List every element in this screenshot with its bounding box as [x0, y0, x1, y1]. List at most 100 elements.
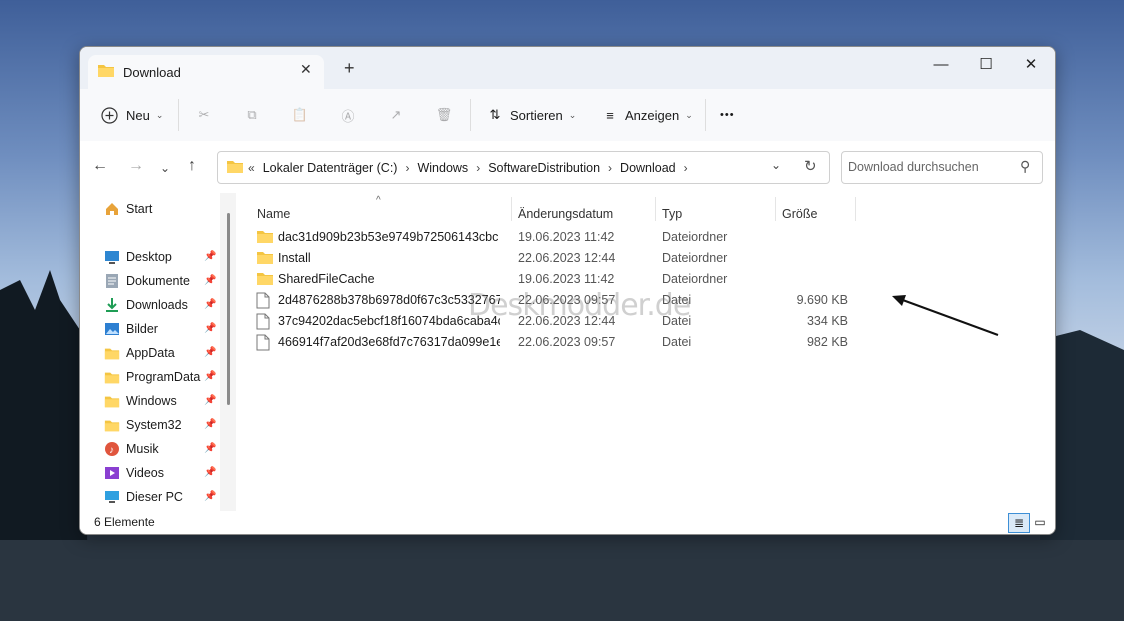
table-row[interactable]: 2d4876288b378b6978d0f67c3c533276710... 22…	[256, 290, 856, 311]
folder-icon	[104, 369, 120, 385]
pin-icon[interactable]: 📌	[204, 443, 216, 454]
file-type: Dateiordner	[662, 230, 728, 244]
sidebar-item-dieser-pc[interactable]: Dieser PC	[104, 489, 183, 505]
close-button[interactable]: ✕	[1008, 51, 1054, 79]
chevron-right-icon[interactable]: ›	[476, 161, 480, 175]
file-date: 22.06.2023 09:57	[518, 335, 616, 349]
pin-icon[interactable]: 📌	[204, 491, 216, 502]
cut-button[interactable]: ✂	[193, 103, 215, 127]
address-bar[interactable]: « Lokaler Datenträger (C:) › Windows › S…	[217, 151, 830, 184]
file-icon	[256, 292, 270, 312]
breadcrumb-windows[interactable]: Windows	[417, 161, 468, 175]
minimize-button[interactable]: —	[918, 51, 964, 79]
pin-icon[interactable]: 📌	[204, 467, 216, 478]
delete-button[interactable]: 🗑	[433, 103, 455, 127]
pin-icon[interactable]: 📌	[204, 347, 216, 358]
column-header-type[interactable]: Typ	[662, 207, 682, 221]
sidebar-item-downloads[interactable]: Downloads	[104, 297, 188, 313]
forward-arrow-icon[interactable]: →	[128, 157, 144, 175]
share-button[interactable]: ↗	[385, 103, 407, 127]
refresh-icon[interactable]: ↻	[804, 157, 817, 175]
sidebar-scrollbar[interactable]	[227, 213, 230, 405]
desktop-icon	[104, 249, 120, 265]
sidebar-item-dokumente[interactable]: Dokumente	[104, 273, 190, 289]
column-divider[interactable]	[655, 197, 656, 221]
status-bar: 6 Elemente ≣ ▭	[80, 511, 1055, 534]
maximize-button[interactable]: ☐	[963, 51, 1009, 79]
folder-icon	[104, 417, 120, 433]
pin-icon[interactable]: 📌	[204, 419, 216, 430]
chevron-right-icon[interactable]: ›	[684, 161, 688, 175]
column-divider[interactable]	[775, 197, 776, 221]
pin-icon[interactable]: 📌	[204, 323, 216, 334]
more-options-button[interactable]: •••	[720, 103, 735, 127]
share-icon: ↗	[390, 107, 402, 122]
new-tab-button[interactable]: +	[344, 58, 355, 79]
pin-icon[interactable]: 📌	[204, 395, 216, 406]
new-button[interactable]: Neu ⌄	[98, 103, 163, 127]
table-row[interactable]: SharedFileCache 19.06.2023 11:42 Dateiordn…	[256, 269, 856, 290]
column-divider[interactable]	[511, 197, 512, 221]
table-row[interactable]: dac31d909b23b53e9749b72506143cbc 19.06.20…	[256, 227, 856, 248]
up-arrow-icon[interactable]: ↑	[188, 157, 196, 175]
tab-title: Download	[123, 65, 181, 80]
view-button[interactable]: ≡ Anzeigen ⌄	[599, 103, 693, 127]
clipboard-icon: 📋	[291, 107, 309, 122]
column-header-name[interactable]: Name	[257, 207, 290, 221]
file-type: Datei	[662, 293, 692, 307]
chevron-down-icon: ⌄	[155, 109, 164, 120]
file-name: Install	[278, 251, 311, 265]
sidebar-item-programdata[interactable]: ProgramData	[104, 369, 200, 385]
overflow-icon[interactable]: «	[248, 161, 255, 175]
copy-button[interactable]: ⧉	[241, 103, 263, 127]
pin-icon[interactable]: 📌	[204, 299, 216, 310]
sidebar-item-appdata[interactable]: AppData	[104, 345, 175, 361]
column-divider[interactable]	[855, 197, 856, 221]
sort-ascending-icon: ^	[376, 195, 381, 206]
column-header-size[interactable]: Größe	[782, 207, 817, 221]
breadcrumb-drive[interactable]: Lokaler Datenträger (C:)	[263, 161, 398, 175]
sidebar-item-bilder[interactable]: Bilder	[104, 321, 158, 337]
sidebar-item-desktop[interactable]: Desktop	[104, 249, 172, 265]
pin-icon[interactable]: 📌	[204, 275, 216, 286]
view-lines-icon: ≡	[606, 107, 614, 123]
recent-chevron-icon[interactable]: ⌄	[160, 161, 170, 175]
table-row[interactable]: 466914f7af20d3e68fd7c76317da099e1e9c... 2…	[256, 332, 856, 353]
divider	[178, 99, 179, 131]
paste-button[interactable]: 📋	[289, 103, 311, 127]
file-type: Datei	[662, 335, 692, 349]
pin-icon[interactable]: 📌	[204, 371, 216, 382]
tab-download[interactable]: Download ✕	[88, 55, 324, 89]
breadcrumb-softwaredistribution[interactable]: SoftwareDistribution	[488, 161, 600, 175]
trash-icon: 🗑	[435, 107, 453, 122]
sidebar-item-label: Dokumente	[126, 274, 190, 288]
sidebar-item-videos[interactable]: Videos	[104, 465, 164, 481]
sort-button[interactable]: ⇅ Sortieren ⌄	[484, 103, 577, 127]
downloads-icon	[104, 297, 120, 313]
rename-button[interactable]: Ⓐ	[337, 103, 359, 127]
pictures-icon	[104, 321, 120, 337]
divider	[470, 99, 471, 131]
table-row[interactable]: Install 22.06.2023 12:44 Dateiordner	[256, 248, 856, 269]
address-dropdown-icon[interactable]: ⌄	[771, 158, 781, 172]
sidebar-item-musik[interactable]: ♪ Musik	[104, 441, 159, 457]
videos-icon	[104, 465, 120, 481]
sidebar-item-system32[interactable]: System32	[104, 417, 182, 433]
back-arrow-icon[interactable]: ←	[92, 157, 108, 175]
pin-icon[interactable]: 📌	[204, 251, 216, 262]
column-header-date[interactable]: Änderungsdatum	[518, 207, 613, 221]
chevron-right-icon[interactable]: ›	[405, 161, 409, 175]
sidebar-item-start[interactable]: Start	[104, 201, 152, 217]
divider	[705, 99, 706, 131]
breadcrumb-download[interactable]: Download	[620, 161, 676, 175]
tiles-view-button[interactable]: ▭	[1030, 513, 1050, 531]
search-input[interactable]: Download durchsuchen ⚲	[841, 151, 1043, 184]
folder-icon	[226, 159, 244, 177]
details-view-button[interactable]: ≣	[1008, 513, 1030, 533]
chevron-right-icon[interactable]: ›	[608, 161, 612, 175]
plus-circle-icon	[98, 105, 120, 125]
tiles-view-icon: ▭	[1034, 515, 1046, 529]
table-row[interactable]: 37c94202dac5ebcf18f16074bda6caba4c6f... 2…	[256, 311, 856, 332]
sidebar-item-windows[interactable]: Windows	[104, 393, 177, 409]
tab-close-icon[interactable]: ✕	[300, 61, 312, 78]
